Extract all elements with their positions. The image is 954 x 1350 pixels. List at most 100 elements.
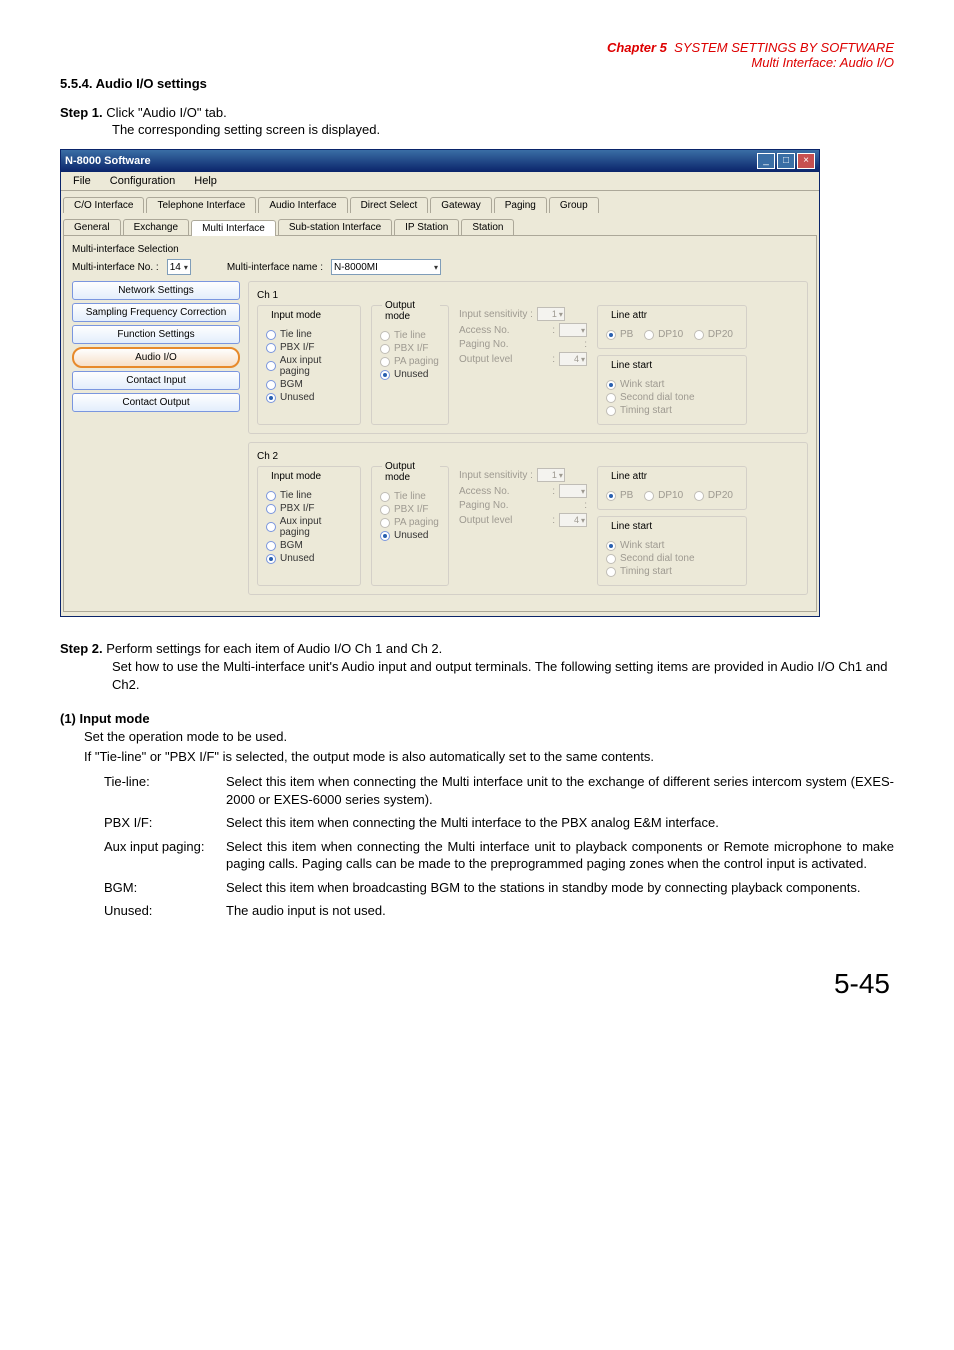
nav-contact-input[interactable]: Contact Input (72, 371, 240, 390)
outlvl-label: Output level (459, 515, 512, 526)
colon: : (552, 515, 555, 526)
radio-icon[interactable] (606, 380, 616, 390)
ch1-line-attr: Line attr PB DP10 DP20 (597, 305, 747, 349)
menu-file[interactable]: File (65, 174, 99, 188)
step2-text: Perform settings for each item of Audio … (106, 641, 442, 656)
opt-pbx: PBX I/F (394, 504, 428, 515)
top-controls: Multi-interface No. : 14▾ Multi-interfac… (72, 259, 808, 275)
nav-contact-output[interactable]: Contact Output (72, 393, 240, 412)
nav-sampling-freq[interactable]: Sampling Frequency Correction (72, 303, 240, 322)
nav-network-settings[interactable]: Network Settings (72, 281, 240, 300)
input-mode-label: Input mode (268, 471, 324, 482)
input-mode-p1: Set the operation mode to be used. (84, 728, 894, 746)
radio-icon[interactable] (380, 357, 390, 367)
minimize-icon[interactable]: _ (757, 153, 775, 169)
tab-ip-station[interactable]: IP Station (394, 219, 459, 235)
mi-no-select[interactable]: 14▾ (167, 259, 191, 275)
colon: : (552, 325, 555, 336)
tab-station[interactable]: Station (461, 219, 514, 235)
radio-icon[interactable] (606, 491, 616, 501)
def-term: BGM: (104, 879, 216, 897)
menu-config[interactable]: Configuration (102, 174, 183, 188)
opt-timing: Timing start (620, 566, 672, 577)
radio-icon[interactable] (266, 343, 276, 353)
radio-icon[interactable] (266, 380, 276, 390)
chapter-header: Chapter 5 SYSTEM SETTINGS BY SOFTWARE Mu… (60, 40, 894, 70)
opt-pbx: PBX I/F (394, 343, 428, 354)
tab-multi-interface[interactable]: Multi Interface (191, 220, 276, 236)
radio-icon[interactable] (606, 393, 616, 403)
close-icon[interactable]: × (797, 153, 815, 169)
titlebar: N-8000 Software _ □ × (61, 150, 819, 172)
menu-help[interactable]: Help (186, 174, 225, 188)
radio-icon[interactable] (694, 491, 704, 501)
opt-dp20: DP20 (708, 490, 733, 501)
radio-icon[interactable] (606, 541, 616, 551)
radio-icon[interactable] (266, 504, 276, 514)
tab-general[interactable]: General (63, 219, 121, 235)
maximize-icon[interactable]: □ (777, 153, 795, 169)
def-term: Tie-line: (104, 773, 216, 791)
chevron-down-icon: ▾ (434, 263, 438, 272)
outlvl-select[interactable]: 4▾ (559, 352, 587, 366)
tabs-row2: General Exchange Multi Interface Sub-sta… (61, 213, 819, 235)
radio-icon[interactable] (694, 330, 704, 340)
radio-icon[interactable] (606, 554, 616, 564)
radio-icon[interactable] (380, 492, 390, 502)
in-sens-select[interactable]: 1▾ (537, 468, 565, 482)
chapter-subtitle: Multi Interface: Audio I/O (60, 55, 894, 70)
radio-icon[interactable] (644, 330, 654, 340)
radio-icon[interactable] (266, 491, 276, 501)
tab-paging[interactable]: Paging (494, 197, 547, 213)
nav-function-settings[interactable]: Function Settings (72, 325, 240, 344)
radio-icon[interactable] (380, 505, 390, 515)
radio-icon[interactable] (380, 531, 390, 541)
def-desc: Select this item when connecting the Mul… (226, 773, 894, 808)
radio-icon[interactable] (266, 522, 276, 532)
definition-table: Tie-line: Select this item when connectin… (104, 773, 894, 920)
radio-icon[interactable] (380, 370, 390, 380)
tab-telephone-interface[interactable]: Telephone Interface (146, 197, 256, 213)
radio-icon[interactable] (606, 567, 616, 577)
in-sens-value: 1 (552, 470, 557, 480)
radio-icon[interactable] (606, 406, 616, 416)
radio-icon[interactable] (266, 554, 276, 564)
radio-icon[interactable] (266, 330, 276, 340)
opt-pb: PB (620, 490, 633, 501)
section-label: Multi-interface Selection (72, 244, 808, 255)
def-desc: Select this item when connecting the Mul… (226, 838, 894, 873)
mi-name-select[interactable]: N-8000MI▾ (331, 259, 441, 275)
radio-icon[interactable] (380, 518, 390, 528)
tab-group[interactable]: Group (549, 197, 599, 213)
nav-audio-io[interactable]: Audio I/O (72, 347, 240, 368)
paging-label: Paging No. (459, 500, 508, 511)
ch2-right-col: Line attr PB DP10 DP20 Line start Wink s… (597, 466, 747, 586)
opt-aux: Aux input paging (280, 355, 352, 377)
radio-icon[interactable] (266, 541, 276, 551)
tab-direct-select[interactable]: Direct Select (350, 197, 429, 213)
tab-co-interface[interactable]: C/O Interface (63, 197, 144, 213)
radio-icon[interactable] (380, 344, 390, 354)
radio-icon[interactable] (380, 331, 390, 341)
opt-pa: PA paging (394, 356, 439, 367)
radio-icon[interactable] (266, 361, 276, 371)
step2-label: Step 2. (60, 641, 103, 656)
access-select[interactable]: ▾ (559, 484, 587, 498)
access-select[interactable]: ▾ (559, 323, 587, 337)
outlvl-select[interactable]: 4▾ (559, 513, 587, 527)
tab-substation-interface[interactable]: Sub-station Interface (278, 219, 392, 235)
radio-icon[interactable] (266, 393, 276, 403)
section-heading: 5.5.4. Audio I/O settings (60, 76, 894, 91)
radio-icon[interactable] (644, 491, 654, 501)
ch1-mid-col: Input sensitivity :1▾ Access No.:▾ Pagin… (459, 305, 587, 425)
radio-icon[interactable] (606, 330, 616, 340)
tab-exchange[interactable]: Exchange (123, 219, 189, 235)
in-sens-select[interactable]: 1▾ (537, 307, 565, 321)
menubar: File Configuration Help (61, 172, 819, 191)
chevron-down-icon: ▾ (581, 487, 585, 496)
tab-gateway[interactable]: Gateway (430, 197, 491, 213)
access-label: Access No. (459, 325, 510, 336)
paging-label: Paging No. (459, 339, 508, 350)
outlvl-value: 4 (574, 354, 579, 364)
tab-audio-interface[interactable]: Audio Interface (258, 197, 347, 213)
